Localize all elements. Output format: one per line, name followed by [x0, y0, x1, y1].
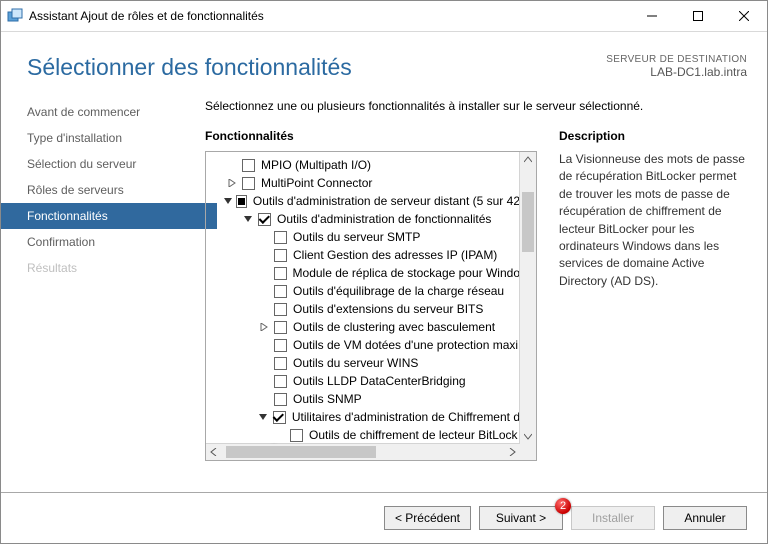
- collapse-icon[interactable]: [242, 213, 254, 225]
- destination-label: SERVEUR DE DESTINATION: [606, 54, 747, 65]
- checkbox[interactable]: [274, 303, 287, 316]
- close-button[interactable]: [721, 1, 767, 31]
- checkbox[interactable]: [274, 357, 287, 370]
- checkbox[interactable]: [274, 321, 287, 334]
- scroll-thumb[interactable]: [226, 446, 376, 458]
- step-server-selection[interactable]: Sélection du serveur: [27, 151, 191, 177]
- tree-item-wins[interactable]: Outils du serveur WINS: [212, 354, 520, 372]
- checkbox[interactable]: [274, 267, 287, 280]
- checkbox-checked[interactable]: [258, 213, 271, 226]
- scroll-thumb[interactable]: [522, 192, 534, 252]
- step-before-you-begin[interactable]: Avant de commencer: [27, 99, 191, 125]
- vertical-scrollbar[interactable]: [519, 152, 536, 444]
- window-controls: [629, 1, 767, 31]
- scroll-left-button[interactable]: [206, 444, 222, 460]
- body: Avant de commencer Type d'installation S…: [1, 99, 767, 461]
- annotation-marker-2: 2: [555, 498, 571, 514]
- description-text: La Visionneuse des mots de passe de récu…: [559, 151, 749, 290]
- checkbox[interactable]: [242, 159, 255, 172]
- description-column: Description La Visionneuse des mots de p…: [559, 129, 749, 461]
- step-installation-type[interactable]: Type d'installation: [27, 125, 191, 151]
- footer: < Précédent Suivant > 2 Installer Annule…: [1, 492, 767, 543]
- expand-icon[interactable]: [258, 321, 270, 333]
- expand-icon[interactable]: [226, 177, 238, 189]
- step-server-roles[interactable]: Rôles de serveurs: [27, 177, 191, 203]
- cancel-button[interactable]: Annuler: [663, 506, 747, 530]
- wizard-steps: Avant de commencer Type d'installation S…: [1, 99, 191, 461]
- checkbox[interactable]: [274, 249, 287, 262]
- window-title: Assistant Ajout de rôles et de fonctionn…: [29, 9, 264, 23]
- checkbox[interactable]: [274, 285, 287, 298]
- tree-item-remote-admin[interactable]: Outils d'administration de serveur dista…: [212, 192, 520, 210]
- tree-item-feature-admin[interactable]: Outils d'administration de fonctionnalit…: [212, 210, 520, 228]
- tree-item-ipam[interactable]: Client Gestion des adresses IP (IPAM): [212, 246, 520, 264]
- titlebar: Assistant Ajout de rôles et de fonctionn…: [1, 1, 767, 32]
- tree-item-bitlocker-utils[interactable]: Utilitaires d'administration de Chiffrem…: [212, 408, 520, 426]
- tree-item-lldp[interactable]: Outils LLDP DataCenterBridging: [212, 372, 520, 390]
- collapse-icon[interactable]: [223, 195, 232, 207]
- checkbox[interactable]: [274, 375, 287, 388]
- wizard-window: Assistant Ajout de rôles et de fonctionn…: [0, 0, 768, 544]
- destination-info: SERVEUR DE DESTINATION LAB-DC1.lab.intra: [606, 54, 747, 79]
- step-confirmation[interactable]: Confirmation: [27, 229, 191, 255]
- maximize-button[interactable]: [675, 1, 721, 31]
- tree-item-cluster[interactable]: Outils de clustering avec basculement: [212, 318, 520, 336]
- scroll-down-button[interactable]: [520, 428, 536, 444]
- checkbox[interactable]: [242, 177, 255, 190]
- features-header: Fonctionnalités: [205, 129, 537, 143]
- checkbox[interactable]: [274, 393, 287, 406]
- checkbox[interactable]: [274, 339, 287, 352]
- tree-viewport[interactable]: MPIO (Multipath I/O) MultiPoint Connecto…: [206, 152, 520, 444]
- scroll-up-button[interactable]: [520, 152, 536, 168]
- instruction-text: Sélectionnez une ou plusieurs fonctionna…: [205, 99, 749, 113]
- step-results: Résultats: [27, 255, 191, 281]
- header: Sélectionner des fonctionnalités SERVEUR…: [1, 32, 767, 99]
- minimize-button[interactable]: [629, 1, 675, 31]
- server-manager-icon: [7, 8, 23, 24]
- page-title: Sélectionner des fonctionnalités: [27, 54, 352, 81]
- tree-item-multipoint[interactable]: MultiPoint Connector: [212, 174, 520, 192]
- tree-item-smtp[interactable]: Outils du serveur SMTP: [212, 228, 520, 246]
- install-button: Installer: [571, 506, 655, 530]
- checkbox-checked[interactable]: [273, 411, 286, 424]
- scroll-right-button[interactable]: [504, 444, 520, 460]
- main-panel: Sélectionnez une ou plusieurs fonctionna…: [191, 99, 767, 461]
- collapse-icon[interactable]: [257, 411, 269, 423]
- step-features[interactable]: Fonctionnalités: [1, 203, 217, 229]
- checkbox[interactable]: [274, 231, 287, 244]
- features-column: Fonctionnalités MPIO (Multipath I/O) Mul…: [205, 129, 537, 461]
- tree-item-shielded-vm[interactable]: Outils de VM dotées d'une protection max…: [212, 336, 520, 354]
- tree-item-snmp[interactable]: Outils SNMP: [212, 390, 520, 408]
- tree-item-mpio[interactable]: MPIO (Multipath I/O): [212, 156, 520, 174]
- description-header: Description: [559, 129, 749, 143]
- tree-item-storage-replica[interactable]: Module de réplica de stockage pour Windo: [212, 264, 520, 282]
- tree-item-nlb[interactable]: Outils d'équilibrage de la charge réseau: [212, 282, 520, 300]
- tree-item-bits[interactable]: Outils d'extensions du serveur BITS: [212, 300, 520, 318]
- destination-server: LAB-DC1.lab.intra: [606, 65, 747, 79]
- checkbox-indeterminate[interactable]: [236, 195, 247, 208]
- horizontal-scrollbar[interactable]: [206, 443, 520, 460]
- tree-item-bitlocker-drive[interactable]: Outils de chiffrement de lecteur BitLock: [212, 426, 520, 444]
- checkbox[interactable]: [290, 429, 303, 442]
- next-button[interactable]: Suivant >: [479, 506, 563, 530]
- previous-button[interactable]: < Précédent: [384, 506, 471, 530]
- features-tree: MPIO (Multipath I/O) MultiPoint Connecto…: [205, 151, 537, 461]
- scrollbar-corner: [520, 444, 536, 460]
